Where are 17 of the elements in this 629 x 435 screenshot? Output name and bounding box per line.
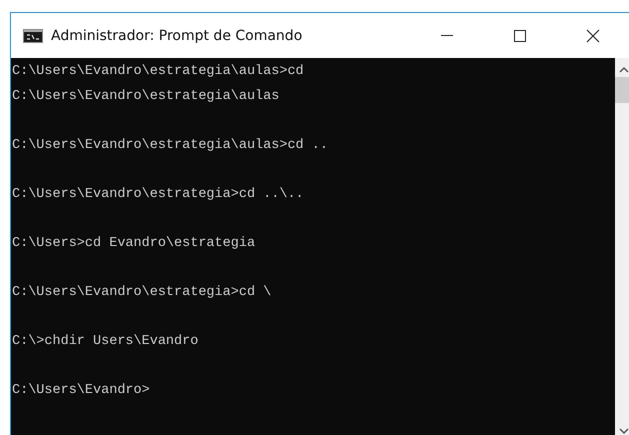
maximize-icon	[514, 30, 526, 42]
close-icon	[586, 28, 600, 42]
console-line: C:\Users\Evandro\estrategia>cd ..\..	[11, 186, 305, 204]
console-line: C:\>chdir Users\Evandro	[11, 332, 200, 350]
scroll-thumb[interactable]	[615, 77, 629, 103]
console-line: C:\Users\Evandro\estrategia\aulas>cd	[11, 63, 305, 81]
scroll-up-icon[interactable]	[618, 66, 628, 73]
minimize-icon	[440, 35, 452, 36]
scroll-down-icon[interactable]	[618, 428, 628, 435]
console-line: C:\Users>cd Evandro\estrategia	[11, 234, 256, 252]
console-line: C:\Users\Evandro\estrategia\aulas>cd ..	[11, 136, 329, 154]
console-line: C:\Users\Evandro>	[11, 382, 151, 400]
console-icon	[23, 28, 43, 42]
window-title: Administrador: Prompt de Comando	[51, 28, 302, 44]
console-line: C:\Users\Evandro\estrategia>cd \	[11, 284, 272, 302]
scroll-bar[interactable]	[615, 58, 629, 435]
console-line: C:\Users\Evandro\estrategia\aulas	[11, 88, 280, 106]
